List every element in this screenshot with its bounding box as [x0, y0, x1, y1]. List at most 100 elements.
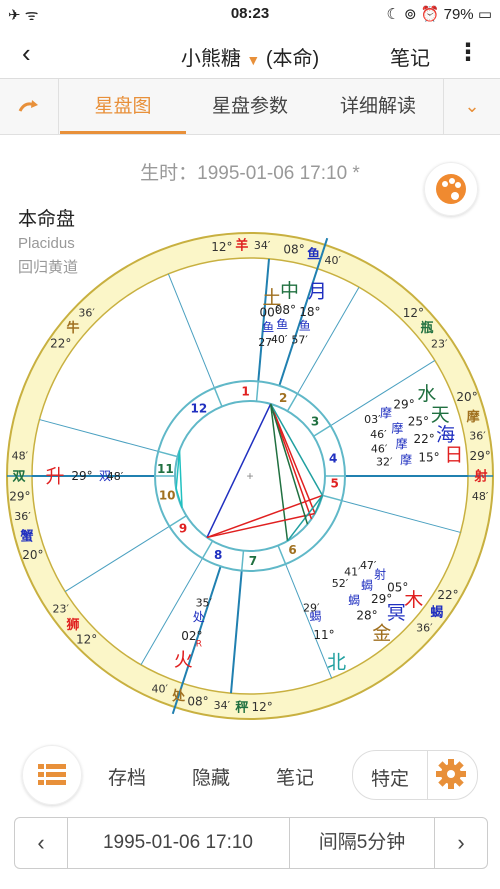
zodiac-deg: 08° [187, 694, 208, 708]
zodiac-deg: 12° [251, 700, 272, 714]
zodiac-sign-羊: 羊 [235, 238, 248, 254]
planet-deg: 11° [313, 628, 334, 642]
zodiac-min: 40′ [151, 682, 168, 695]
planet-min: 35′ [196, 597, 213, 610]
zodiac-deg: 20° [456, 390, 477, 404]
zodiac-deg: 29° [9, 489, 30, 503]
zodiac-min: 23′ [53, 602, 70, 615]
chart-toolbar: 存档 隐藏 笔记 特定 [0, 745, 500, 805]
special-button[interactable]: 特定 [371, 764, 409, 791]
planet-sign: 处 [193, 610, 205, 624]
palette-button[interactable] [424, 162, 478, 216]
tab-params[interactable]: 星盘参数 [190, 79, 310, 134]
planet-水: 水 [417, 383, 436, 405]
planet-min: 32′ [376, 456, 393, 469]
planet-sign: 摩 [396, 436, 408, 451]
archive-button[interactable]: 存档 [108, 763, 146, 790]
more-icon[interactable]: ⋮ [456, 38, 480, 67]
planet-中: 中 [280, 280, 299, 302]
house-number-3: 3 [311, 415, 319, 429]
zodiac-sign-处: 处 [171, 688, 186, 704]
zodiac-sign-牛: 牛 [67, 320, 80, 336]
planet-deg: 29° [371, 592, 392, 606]
divider [427, 751, 428, 799]
house-number-11: 11 [157, 462, 174, 476]
planet-min: 48′ [107, 470, 124, 483]
zodiac-min: 36′ [14, 510, 31, 523]
house-number-10: 10 [159, 488, 176, 502]
zodiac-min: 40′ [325, 254, 342, 267]
zodiac-min: 34′ [254, 239, 271, 252]
house-number-2: 2 [279, 391, 287, 405]
tab-interpretation[interactable]: 详细解读 [318, 79, 438, 134]
chevron-down-icon[interactable]: ⌄ [443, 79, 500, 134]
hide-button[interactable]: 隐藏 [192, 763, 230, 790]
planet-sign: 摩 [391, 420, 403, 435]
notes-button[interactable]: 笔记 [390, 42, 430, 71]
next-time-button[interactable]: › [434, 818, 487, 868]
planet-sign: 鱼 [276, 318, 288, 332]
zodiac-deg: 12° [211, 240, 232, 254]
special-group: 特定 [352, 750, 478, 800]
refresh-icon [18, 99, 38, 112]
house-number-8: 8 [214, 548, 222, 562]
zodiac-sign-蟹: 蟹 [19, 528, 33, 544]
planet-sign: 鱼 [299, 319, 311, 333]
planet-天: 天 [431, 404, 450, 426]
datetime-field[interactable]: 1995-01-06 17:10 [67, 818, 290, 868]
battery-icon: ▭ [477, 6, 492, 23]
zodiac-min: 48′ [472, 490, 489, 503]
refresh-button[interactable] [0, 79, 59, 134]
planet-min: 57′ [291, 334, 308, 347]
planet-min: 29′ [303, 601, 320, 614]
natal-chart[interactable]: 1 23456789101112+12° 羊 34′ 08° 鱼 40′12°瓶23′20°… [0, 228, 500, 728]
palette-icon [436, 173, 466, 204]
zodiac-min: 48′ [12, 450, 29, 463]
zodiac-min: 23′ [431, 337, 448, 350]
interval-button[interactable]: 间隔5分钟 [290, 818, 434, 868]
zodiac-sign-双: 双 [12, 470, 25, 485]
house-number-4: 4 [329, 452, 337, 466]
planet-deg: 25° [408, 415, 429, 429]
planet-deg: 18° [299, 305, 320, 319]
prev-time-button[interactable]: ‹ [15, 818, 68, 868]
zodiac-sign-鱼: 鱼 [307, 246, 320, 262]
planet-海: 海 [436, 424, 455, 446]
planet-sign: 鱼 [262, 320, 274, 334]
zodiac-min: 34′ [214, 699, 231, 712]
planet-deg: 00° [259, 305, 280, 319]
gear-icon [436, 759, 466, 789]
list-button[interactable] [22, 745, 82, 805]
center-cross: + [246, 469, 253, 483]
house-number-5: 5 [330, 477, 338, 491]
planet-deg: 28° [356, 609, 377, 623]
zodiac-sign-瓶: 瓶 [420, 320, 433, 336]
zodiac-deg: 20° [22, 548, 43, 562]
zodiac-sign-蝎: 蝎 [430, 604, 443, 620]
zodiac-min: 36′ [469, 430, 486, 443]
planet-deg: 29° [71, 469, 92, 483]
time-stepper: ‹ 1995-01-06 17:10 间隔5分钟 › [14, 817, 488, 869]
tab-chart[interactable]: 星盘图 [60, 79, 186, 134]
planet-min: 27′ [258, 336, 275, 349]
planet-sign: 蝎 [361, 578, 373, 592]
planet-min: 52′ [332, 577, 349, 590]
planet-deg: 15° [418, 450, 439, 464]
chart-kind: (本命) [265, 48, 320, 70]
retrograde-mark: R [196, 640, 202, 650]
planet-min: 03′ [364, 413, 381, 426]
notes-toolbar-button[interactable]: 笔记 [276, 763, 314, 790]
zodiac-deg: 12° [403, 306, 424, 320]
battery-percent: 79% [443, 6, 474, 23]
status-icons: ☾ ⊚ ⏰ [386, 6, 440, 23]
settings-button[interactable] [433, 757, 469, 793]
chevron-down-icon: ▼ [246, 52, 261, 68]
house-number-1: 1 [241, 384, 249, 398]
planet-deg: 29° [393, 397, 414, 411]
planet-min: 47′ [360, 559, 377, 572]
status-right: ☾ ⊚ ⏰ 79% ▭ [386, 5, 492, 23]
status-bar: ✈ ᯤ 08:23 ☾ ⊚ ⏰ 79% ▭ [0, 0, 500, 28]
planet-min: 46′ [371, 442, 388, 455]
planet-火: 火 [174, 649, 193, 671]
planet-金: 金 [372, 623, 391, 645]
